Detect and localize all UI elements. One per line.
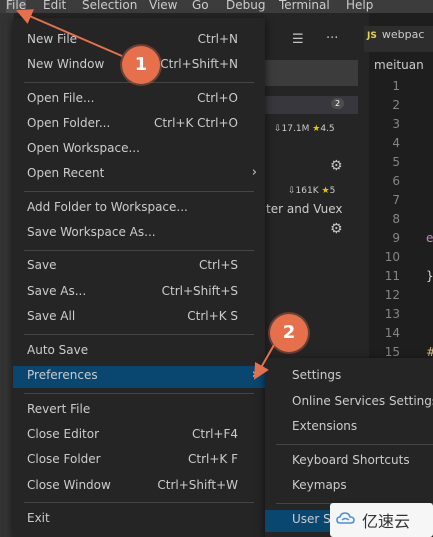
- annotation-arrow-2: [254, 344, 275, 380]
- cloud-logo-icon: [336, 512, 355, 524]
- watermark: 亿速云: [330, 503, 433, 537]
- watermark-text: 亿速云: [362, 512, 411, 531]
- annotation-arrows: [16, 9, 275, 380]
- annotation-arrow-1: [16, 9, 123, 57]
- annotation-marker-1: 1: [122, 46, 160, 84]
- annotation-marker-2: 2: [270, 314, 308, 352]
